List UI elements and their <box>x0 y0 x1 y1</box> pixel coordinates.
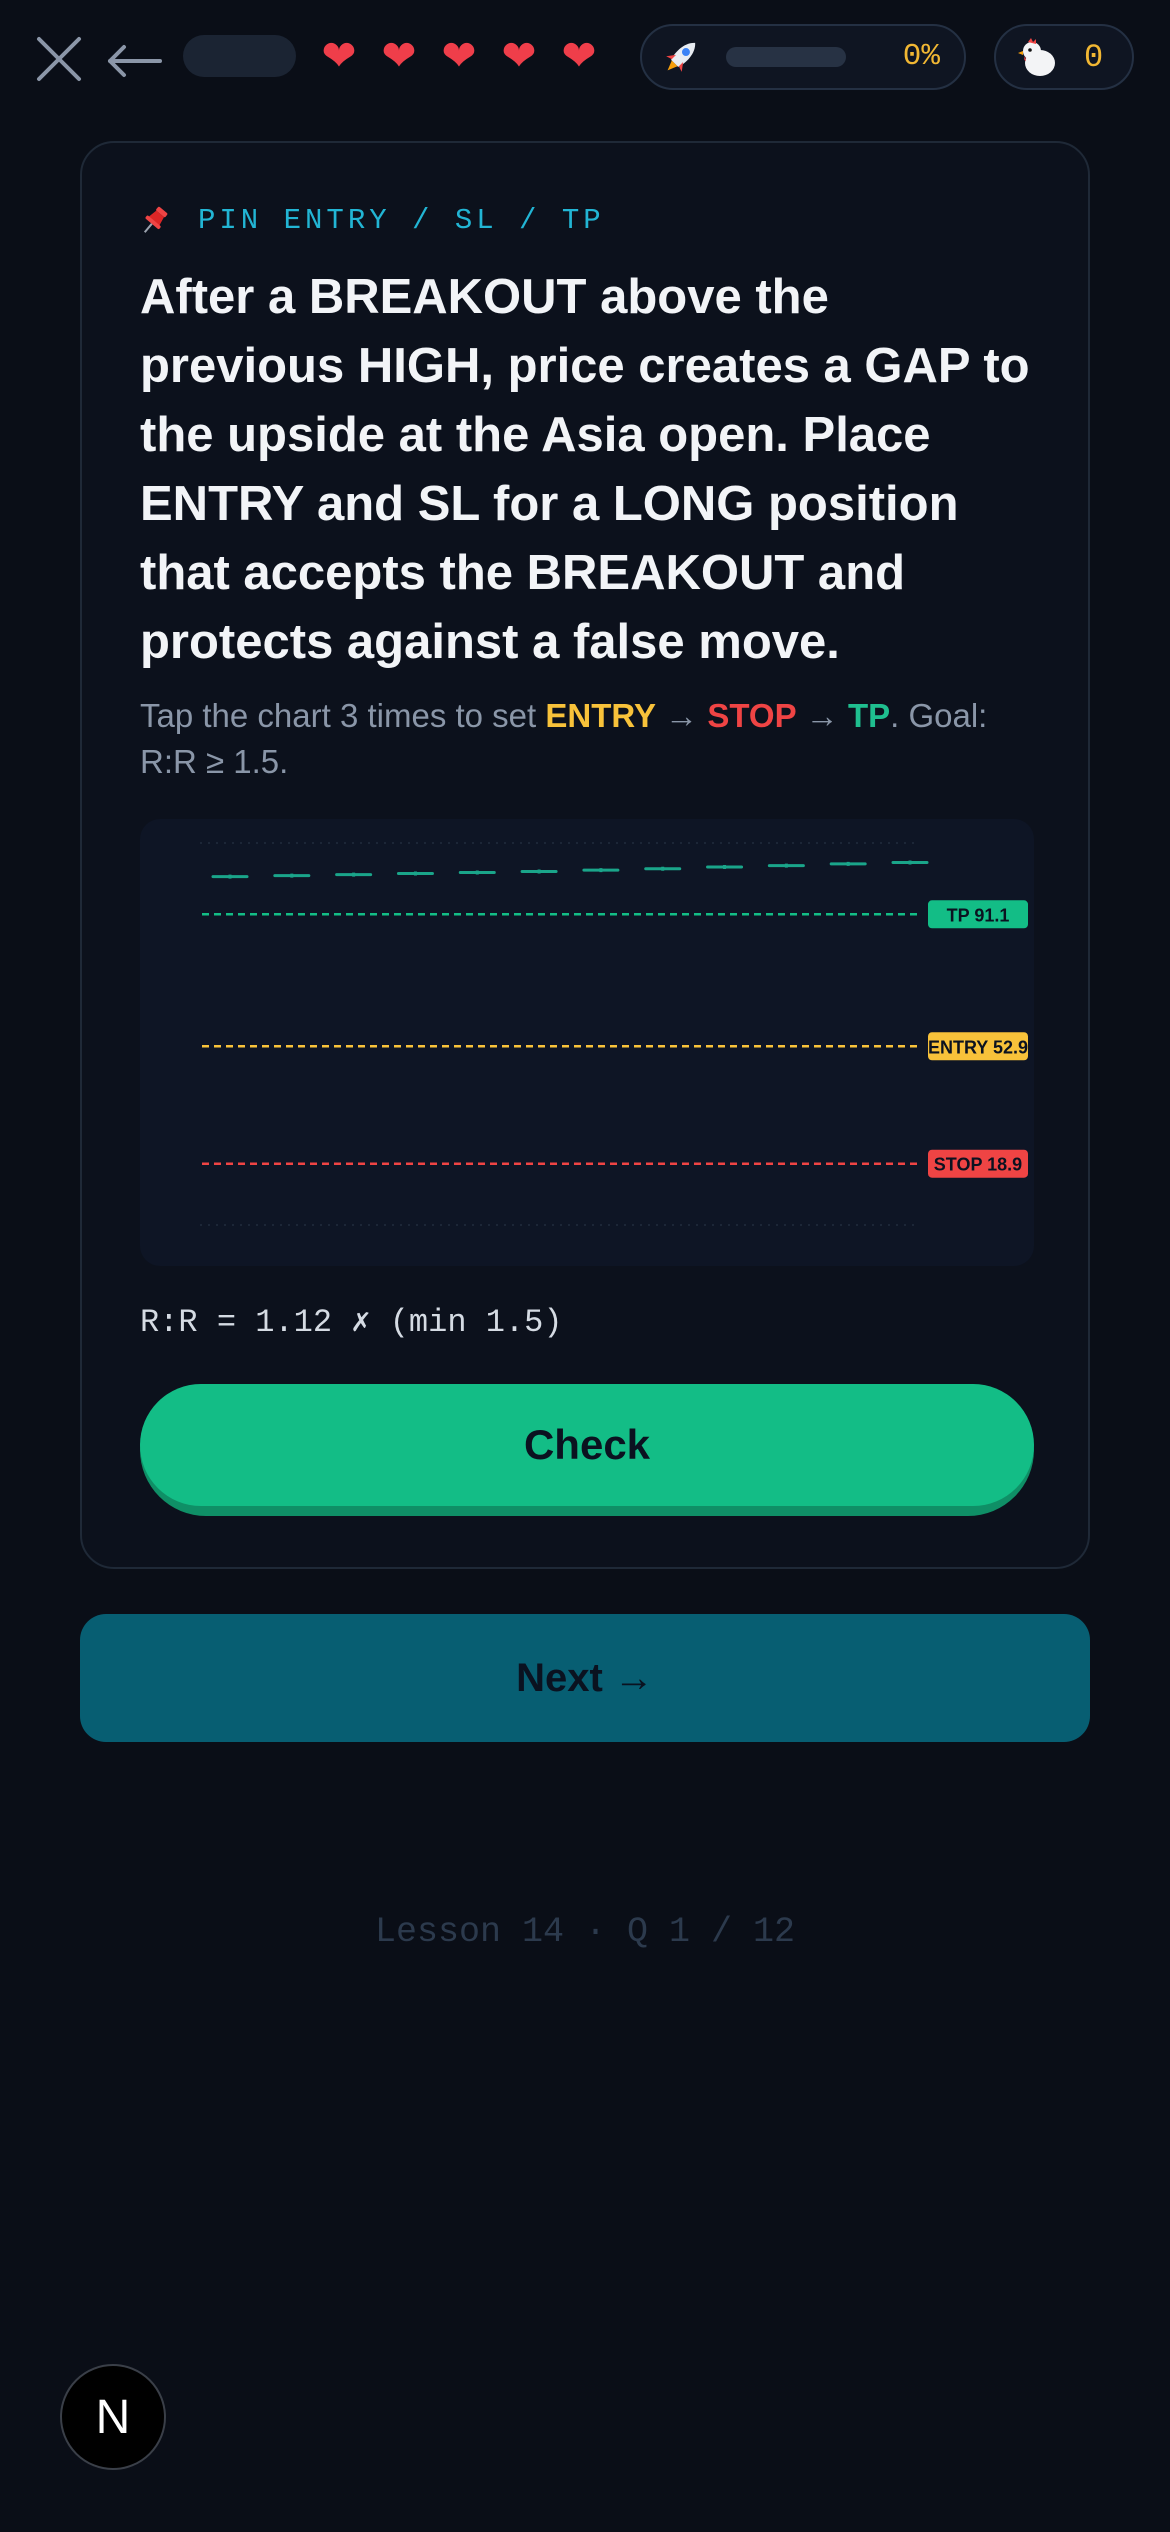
placeholder-pill <box>183 35 296 77</box>
progress-percent: 0% <box>902 39 940 74</box>
instruction-entry: ENTRY <box>545 697 656 734</box>
heart-icon: ❤ <box>321 31 357 80</box>
close-icon[interactable] <box>34 34 84 84</box>
instruction-stop: STOP <box>707 697 797 734</box>
lives-hearts: ❤ ❤ ❤ ❤ ❤ <box>316 30 602 82</box>
heart-icon: ❤ <box>441 31 477 80</box>
progress-indicator: 0% <box>640 24 966 90</box>
heart-icon: ❤ <box>381 31 417 80</box>
n-logo-button[interactable]: N <box>60 2364 166 2470</box>
check-button[interactable]: Check <box>140 1384 1034 1516</box>
instruction-arrow: → <box>656 697 708 734</box>
heart-icon: ❤ <box>561 31 597 80</box>
coin-counter: 0 <box>994 24 1134 90</box>
instruction-prefix: Tap the chart 3 times to set <box>140 697 546 734</box>
n-logo-icon: N <box>96 2391 131 2444</box>
risk-reward-readout: R:R = 1.12 ✗ (min 1.5) <box>140 1304 563 1341</box>
heart-icon: ❤ <box>501 31 537 80</box>
next-button[interactable]: Next → <box>80 1614 1090 1742</box>
tp-level-label: TP 91.1 <box>947 905 1010 925</box>
rocket-icon <box>666 42 696 72</box>
entry-level-label: ENTRY 52.9 <box>928 1037 1028 1057</box>
tag-label: PIN ENTRY / SL / TP <box>198 203 605 237</box>
price-chart[interactable]: TP 91.1 ENTRY 52.9 STOP 18.9 <box>140 819 1034 1266</box>
top-bar: ❤ ❤ ❤ ❤ ❤ 0% 0 <box>0 0 1170 116</box>
back-arrow-icon[interactable] <box>104 36 166 86</box>
stop-level-label: STOP 18.9 <box>934 1155 1022 1175</box>
n-logo-letter: N <box>96 2391 131 2444</box>
question-card: PIN ENTRY / SL / TP After a BREAKOUT abo… <box>80 141 1090 1569</box>
chicken-icon <box>1018 38 1055 76</box>
question-tag: PIN ENTRY / SL / TP <box>138 203 605 237</box>
question-text: After a BREAKOUT above the previous HIGH… <box>140 270 1030 669</box>
pushpin-icon <box>143 206 168 233</box>
instruction-text: Tap the chart 3 times to set ENTRY → STO… <box>140 693 1040 785</box>
check-button-label: Check <box>140 1384 1034 1506</box>
progress-bar <box>726 47 846 67</box>
instruction-tp: TP <box>847 697 891 734</box>
lesson-progress-text: Lesson 14 · Q 1 / 12 <box>374 1912 796 1952</box>
instruction-arrow: → <box>796 697 848 734</box>
chart-canvas[interactable]: TP 91.1 ENTRY 52.9 STOP 18.9 <box>140 819 1034 1266</box>
coin-count: 0 <box>1084 39 1104 76</box>
